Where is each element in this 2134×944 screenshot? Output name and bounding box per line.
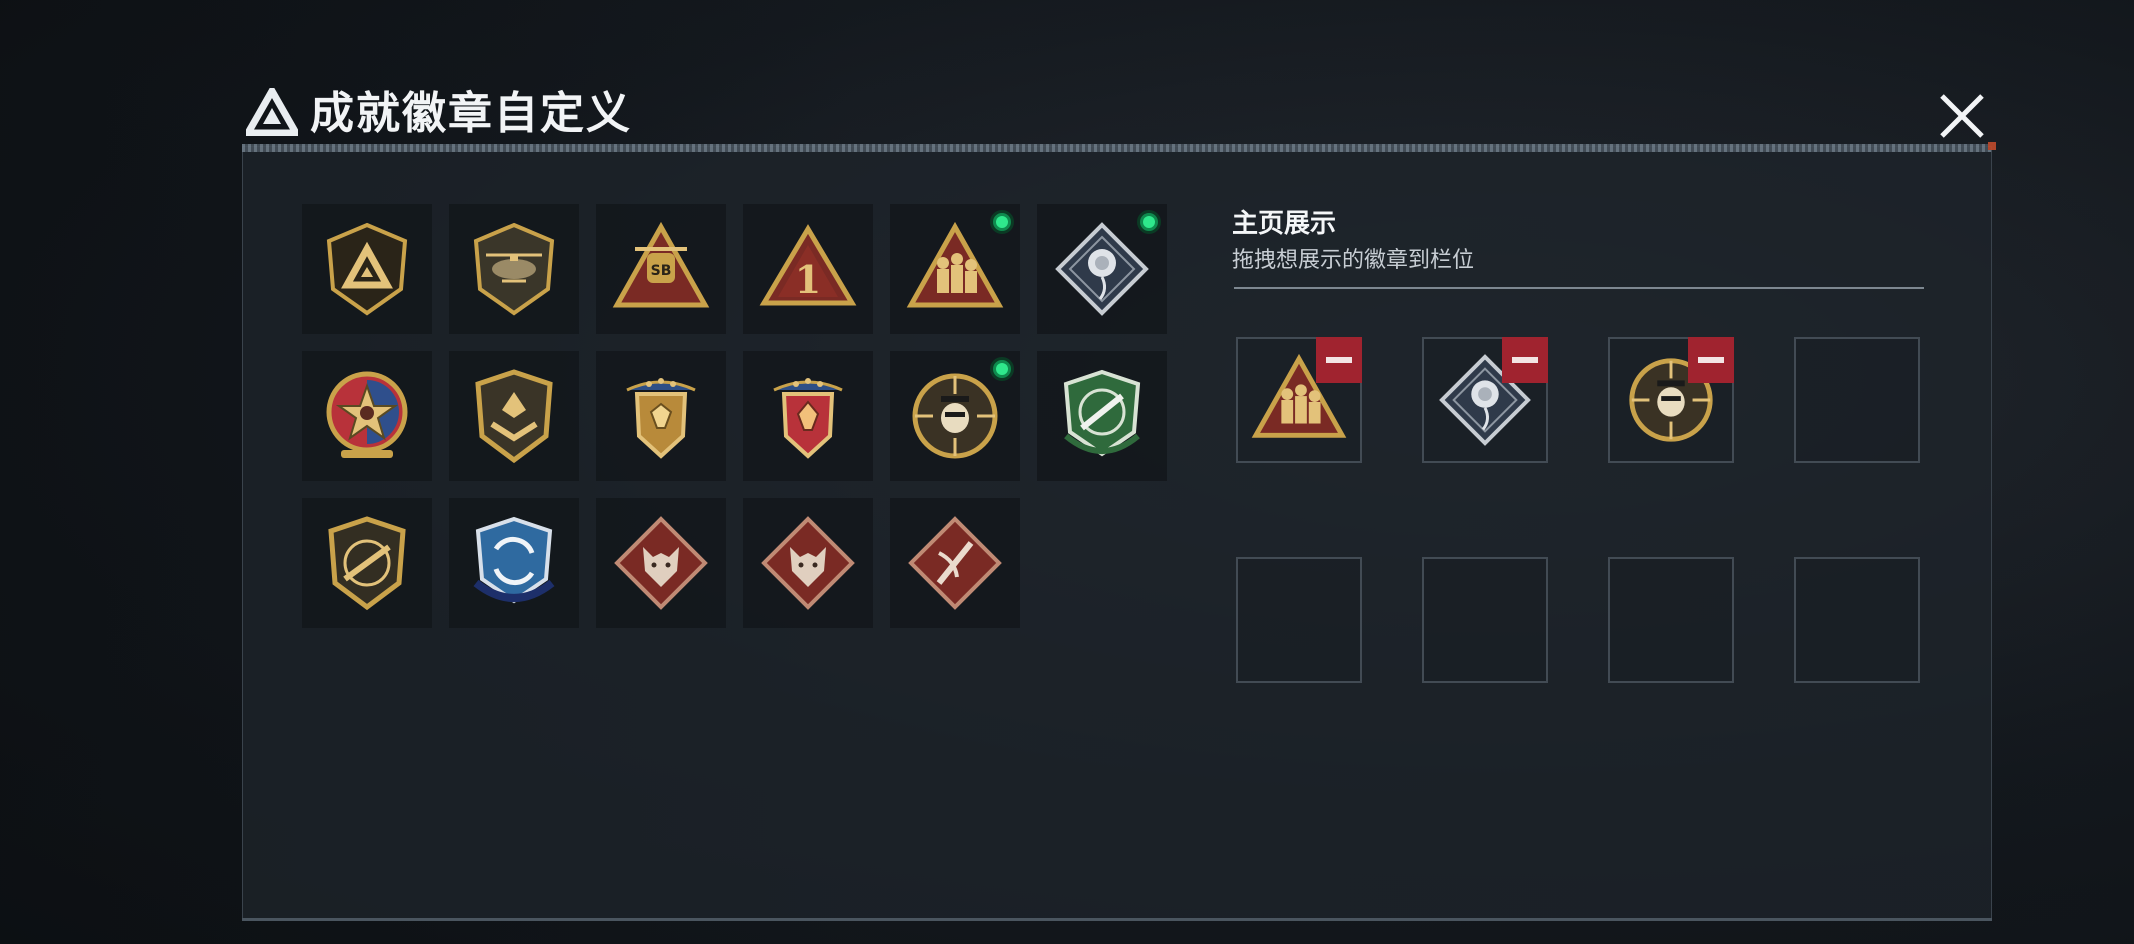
badge-cell[interactable] — [890, 204, 1020, 334]
display-slot-empty[interactable] — [1794, 557, 1920, 683]
rifle-shield-badge-icon — [328, 516, 406, 611]
badge-cell[interactable] — [449, 204, 579, 334]
badge-cell[interactable] — [596, 351, 726, 481]
gold-crest-badge-icon — [626, 378, 696, 459]
star-medal-badge-icon — [326, 371, 408, 458]
chevron-shield-badge-icon — [475, 369, 553, 464]
triangle-shield-badge-icon — [326, 222, 408, 316]
badge-cell[interactable] — [890, 351, 1020, 481]
panel-bottom-rule — [242, 918, 1992, 921]
soldiers-triangle-badge-icon — [906, 221, 1004, 308]
badge-cell[interactable]: SB — [596, 204, 726, 334]
badge-cell[interactable] — [302, 204, 432, 334]
number-one-triangle-badge-icon: 1 — [759, 224, 857, 306]
panel-top-rule — [242, 142, 1996, 152]
wolf-diamond-badge-icon — [614, 516, 708, 610]
display-slot-filled[interactable] — [1236, 337, 1362, 463]
rose-diamond-badge-icon — [1055, 222, 1149, 316]
skull-crosshair-badge-icon — [912, 373, 998, 459]
dialog-title: 成就徽章自定义 — [310, 88, 632, 139]
display-slot-empty[interactable] — [1422, 557, 1548, 683]
display-divider — [1234, 287, 1924, 289]
badge-cell[interactable] — [302, 351, 432, 481]
badge-cell[interactable] — [1037, 204, 1167, 334]
remove-badge-button[interactable] — [1502, 337, 1548, 383]
svg-text:SB: SB — [651, 263, 672, 279]
triangle-logo-icon — [246, 88, 298, 136]
badge-cell[interactable] — [890, 498, 1020, 628]
badge-inventory-grid: SB 1 — [302, 204, 1168, 628]
knife-diamond-badge-icon — [908, 516, 1002, 610]
display-header: 主页展示 拖拽想展示的徽章到栏位 — [1232, 206, 1922, 278]
badge-cell[interactable] — [449, 351, 579, 481]
badge-cell[interactable] — [449, 498, 579, 628]
equipped-indicator — [990, 357, 1014, 381]
close-icon — [1940, 94, 1984, 138]
remove-badge-button[interactable] — [1316, 337, 1362, 383]
display-title: 主页展示 — [1232, 209, 1337, 239]
blue-arrows-crest-badge-icon — [473, 516, 555, 604]
display-hint: 拖拽想展示的徽章到栏位 — [1232, 248, 1475, 273]
badge-cell[interactable] — [596, 498, 726, 628]
red-crest-badge-icon — [773, 378, 843, 459]
display-slot-empty[interactable] — [1794, 337, 1920, 463]
badge-cell[interactable] — [743, 351, 873, 481]
helicopter-triangle-badge-icon: SB — [612, 221, 710, 308]
dialog-title-bar: 成就徽章自定义 — [242, 80, 1988, 150]
badge-cell[interactable]: 1 — [743, 204, 873, 334]
display-slot-filled[interactable] — [1608, 337, 1734, 463]
equipped-indicator — [1137, 210, 1161, 234]
display-slot-empty[interactable] — [1608, 557, 1734, 683]
wolf-diamond-badge-icon — [761, 516, 855, 610]
badge-cell[interactable] — [743, 498, 873, 628]
equipped-indicator — [990, 210, 1014, 234]
svg-text:1: 1 — [795, 257, 821, 302]
close-button[interactable] — [1938, 92, 1986, 140]
display-slot-empty[interactable] — [1236, 557, 1362, 683]
display-slot-filled[interactable] — [1422, 337, 1548, 463]
badge-cell[interactable] — [302, 498, 432, 628]
badge-cell[interactable] — [1037, 351, 1167, 481]
helicopter-shield-badge-icon — [473, 222, 555, 316]
remove-badge-button[interactable] — [1688, 337, 1734, 383]
green-rifle-crest-badge-icon — [1063, 369, 1141, 457]
